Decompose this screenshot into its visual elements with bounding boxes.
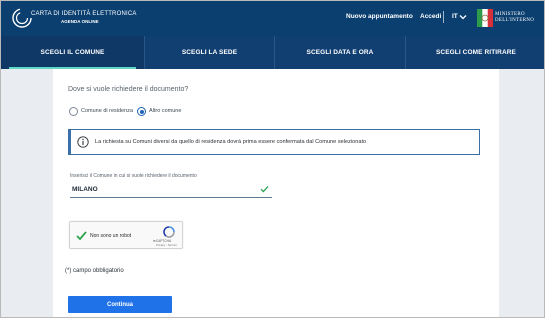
captcha-label: Non sono un robot	[90, 233, 132, 239]
location-question: Dove si vuole richiedere il documento?	[68, 86, 189, 93]
ministry-name: MINISTERO DELL'INTERNO	[495, 12, 534, 24]
nav-new-appointment-link[interactable]: Nuovo appuntamento	[346, 13, 413, 20]
tab-choose-pickup[interactable]: Scegli come ritirare	[405, 36, 544, 69]
header-divider	[443, 11, 444, 23]
tab-choose-office[interactable]: Scegli la sede	[144, 36, 274, 69]
recaptcha-logo-icon	[163, 226, 175, 238]
brand-title[interactable]: CARTA DI IDENTITÀ ELETTRONICA	[31, 11, 137, 17]
cie-logo-icon[interactable]	[11, 7, 33, 29]
ministry-line-2: DELL'INTERNO	[495, 18, 535, 23]
radio-residence-label[interactable]: Comune di residenza	[81, 108, 133, 114]
form-card: Dove si vuole richiedere il documento? C…	[53, 69, 499, 317]
info-icon	[77, 136, 89, 148]
recaptcha-links[interactable]: Privacy - Termini	[156, 243, 177, 247]
info-alert: La richiesta su Comuni diversi da quello…	[68, 129, 480, 155]
continue-button[interactable]: Continua	[68, 296, 172, 313]
captcha-checkmark-icon[interactable]	[76, 230, 87, 241]
steps-tabs: Scegli il comune Scegli la sede Scegli d…	[1, 36, 544, 69]
brand-subtitle: AGENDA ONLINE	[61, 19, 99, 24]
language-selector[interactable]: IT	[452, 13, 458, 20]
chevron-down-icon[interactable]	[459, 14, 467, 20]
radio-residence[interactable]	[69, 107, 78, 116]
radio-other-municipality-label[interactable]: Altro comune	[149, 108, 181, 114]
tab-choose-date-time[interactable]: Scegli data e ora	[274, 36, 405, 69]
radio-other-municipality[interactable]	[137, 107, 146, 116]
valid-check-icon	[260, 185, 269, 193]
recaptcha-widget[interactable]: Non sono un robot reCAPTCHA Privacy - Te…	[69, 221, 183, 249]
nav-login-link[interactable]: Accedi	[420, 13, 441, 20]
italian-emblem-icon	[477, 9, 493, 27]
municipality-input[interactable]	[70, 181, 272, 198]
tab-choose-municipality[interactable]: Scegli il comune	[1, 36, 144, 69]
required-field-note: (*) campo obbligatorio	[65, 268, 124, 274]
info-alert-text: La richiesta su Comuni diversi da quello…	[95, 139, 367, 145]
top-header: CARTA DI IDENTITÀ ELETTRONICA AGENDA ONL…	[1, 1, 544, 36]
app-window: CARTA DI IDENTITÀ ELETTRONICA AGENDA ONL…	[0, 0, 545, 318]
municipality-field-label: Inserisci il Comune in cui si vuole rich…	[70, 173, 197, 179]
